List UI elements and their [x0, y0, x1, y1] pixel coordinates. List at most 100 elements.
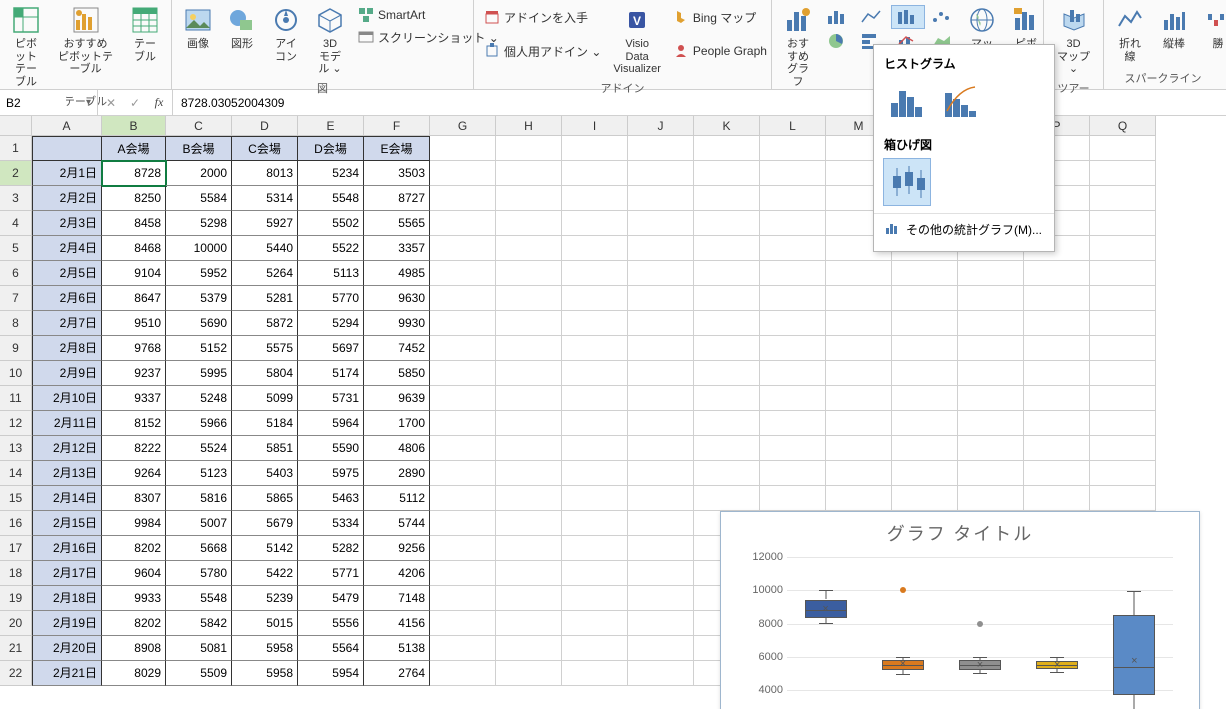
- cell[interactable]: 5142: [232, 536, 298, 561]
- column-header[interactable]: D: [232, 116, 298, 136]
- cell[interactable]: 5770: [298, 286, 364, 311]
- cell[interactable]: 8307: [102, 486, 166, 511]
- cell[interactable]: [496, 511, 562, 536]
- cell[interactable]: [562, 486, 628, 511]
- cell[interactable]: [628, 636, 694, 661]
- cell[interactable]: [1090, 336, 1156, 361]
- cell[interactable]: [430, 461, 496, 486]
- cell[interactable]: 5679: [232, 511, 298, 536]
- scatter-chart-button[interactable]: [926, 6, 958, 28]
- cell[interactable]: [628, 211, 694, 236]
- more-statistical-charts[interactable]: その他の統計グラフ(M)...: [874, 213, 1054, 245]
- cell[interactable]: 2月15日: [32, 511, 102, 536]
- cell[interactable]: 5524: [166, 436, 232, 461]
- cell[interactable]: [430, 411, 496, 436]
- cell[interactable]: [628, 186, 694, 211]
- cell[interactable]: 5184: [232, 411, 298, 436]
- row-header[interactable]: 17: [0, 536, 32, 561]
- people-graph-button[interactable]: People Graph: [669, 40, 771, 62]
- column-header[interactable]: A: [32, 116, 102, 136]
- cell[interactable]: [958, 386, 1024, 411]
- cell[interactable]: [496, 661, 562, 686]
- cell[interactable]: [496, 386, 562, 411]
- cell[interactable]: [694, 311, 760, 336]
- cell[interactable]: [892, 386, 958, 411]
- row-header[interactable]: 10: [0, 361, 32, 386]
- cell[interactable]: 5964: [298, 411, 364, 436]
- cell[interactable]: [430, 236, 496, 261]
- cell[interactable]: 2月7日: [32, 311, 102, 336]
- cell[interactable]: [694, 461, 760, 486]
- cell[interactable]: [496, 561, 562, 586]
- cell[interactable]: [496, 586, 562, 611]
- cell[interactable]: 5248: [166, 386, 232, 411]
- cell[interactable]: [562, 436, 628, 461]
- row-header[interactable]: 20: [0, 611, 32, 636]
- cell[interactable]: 10000: [166, 236, 232, 261]
- cell[interactable]: [562, 511, 628, 536]
- cell[interactable]: 2000: [166, 161, 232, 186]
- cell[interactable]: [430, 536, 496, 561]
- cell[interactable]: 5403: [232, 461, 298, 486]
- cell[interactable]: 9984: [102, 511, 166, 536]
- cell[interactable]: [496, 286, 562, 311]
- cell[interactable]: [1090, 211, 1156, 236]
- cell[interactable]: [496, 611, 562, 636]
- row-header[interactable]: 6: [0, 261, 32, 286]
- cell[interactable]: [958, 411, 1024, 436]
- cell[interactable]: [1024, 336, 1090, 361]
- cell[interactable]: 5522: [298, 236, 364, 261]
- cell[interactable]: [430, 361, 496, 386]
- cell[interactable]: [760, 386, 826, 411]
- cell[interactable]: [826, 411, 892, 436]
- cell[interactable]: 5282: [298, 536, 364, 561]
- cell[interactable]: [892, 486, 958, 511]
- cell[interactable]: 5851: [232, 436, 298, 461]
- cell[interactable]: 5294: [298, 311, 364, 336]
- cell[interactable]: [430, 311, 496, 336]
- cell[interactable]: 5440: [232, 236, 298, 261]
- cell[interactable]: [958, 486, 1024, 511]
- cell[interactable]: 5780: [166, 561, 232, 586]
- cell[interactable]: [430, 586, 496, 611]
- cell[interactable]: [430, 611, 496, 636]
- column-header[interactable]: Q: [1090, 116, 1156, 136]
- cell[interactable]: 3503: [364, 161, 430, 186]
- cell[interactable]: [694, 436, 760, 461]
- cell[interactable]: [1090, 461, 1156, 486]
- cell[interactable]: 8647: [102, 286, 166, 311]
- cell[interactable]: [562, 161, 628, 186]
- 3d-map-button[interactable]: 3D マップ ⌄: [1050, 2, 1097, 78]
- cell[interactable]: 5015: [232, 611, 298, 636]
- row-header[interactable]: 9: [0, 336, 32, 361]
- cell[interactable]: [628, 161, 694, 186]
- cell[interactable]: 5731: [298, 386, 364, 411]
- cell[interactable]: 2月9日: [32, 361, 102, 386]
- table-button[interactable]: テーブル: [125, 2, 165, 65]
- cell[interactable]: [562, 536, 628, 561]
- cell[interactable]: 8013: [232, 161, 298, 186]
- cell[interactable]: [496, 261, 562, 286]
- cell[interactable]: [562, 586, 628, 611]
- image-button[interactable]: 画像: [178, 2, 218, 53]
- cell[interactable]: C会場: [232, 136, 298, 161]
- cell[interactable]: 7148: [364, 586, 430, 611]
- cell[interactable]: 2月3日: [32, 211, 102, 236]
- row-header[interactable]: 2: [0, 161, 32, 186]
- cell[interactable]: 7452: [364, 336, 430, 361]
- cell[interactable]: 9930: [364, 311, 430, 336]
- column-header[interactable]: H: [496, 116, 562, 136]
- cell[interactable]: 4206: [364, 561, 430, 586]
- line-chart-button[interactable]: [856, 6, 888, 28]
- column-header[interactable]: E: [298, 116, 364, 136]
- cell[interactable]: [760, 461, 826, 486]
- cell[interactable]: 9237: [102, 361, 166, 386]
- cell[interactable]: 5575: [232, 336, 298, 361]
- sparkline-winloss-button[interactable]: 勝: [1198, 2, 1226, 53]
- cell[interactable]: [694, 236, 760, 261]
- cell[interactable]: 5234: [298, 161, 364, 186]
- chart-plot-area[interactable]: 020004000600080001000012000×××××1: [739, 552, 1183, 709]
- cell[interactable]: [496, 361, 562, 386]
- cell[interactable]: 2月4日: [32, 236, 102, 261]
- get-addins-button[interactable]: アドインを入手: [480, 6, 605, 28]
